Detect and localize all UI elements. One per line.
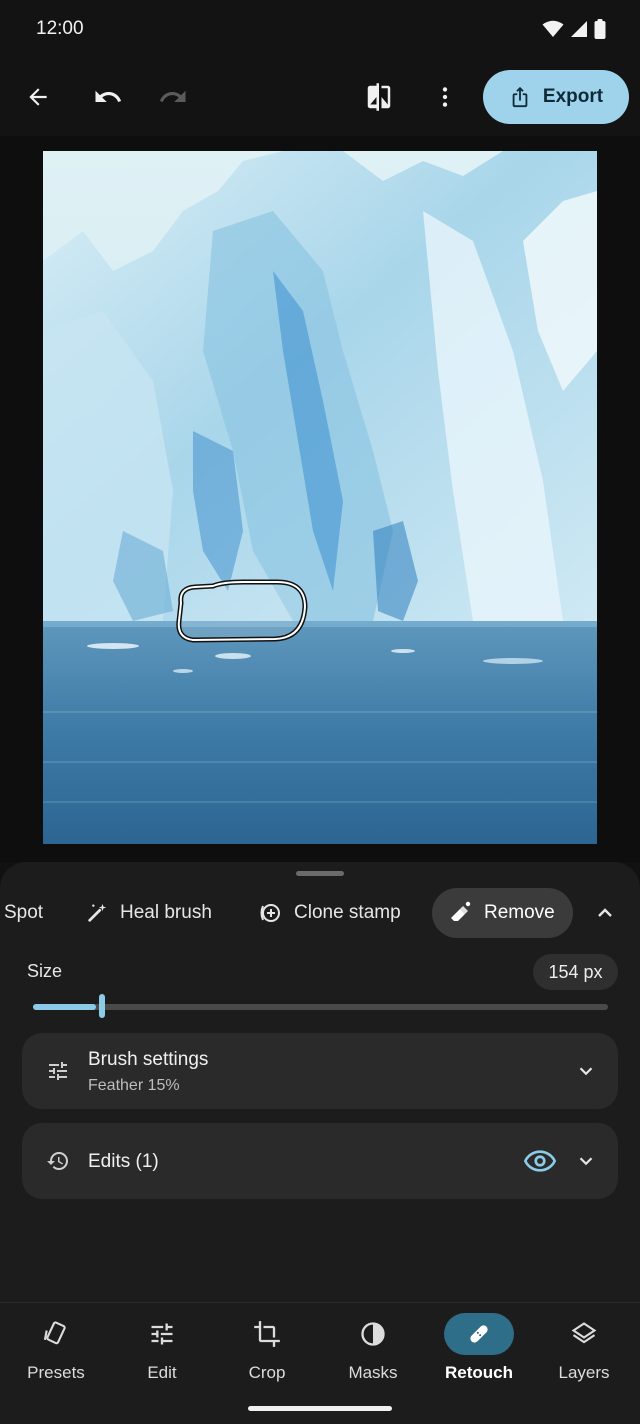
nav-label: Masks bbox=[348, 1363, 398, 1382]
tool-label: Spot bbox=[4, 902, 44, 923]
nav-edit[interactable]: Edit bbox=[109, 1303, 215, 1403]
top-toolbar: Export bbox=[0, 58, 640, 136]
nav-label: Crop bbox=[248, 1363, 286, 1382]
chevron-up-icon bbox=[598, 908, 612, 917]
nav-masks[interactable]: Masks bbox=[320, 1303, 426, 1403]
bottom-navigation: Presets Edit Crop Masks Retouch Layers bbox=[0, 1302, 640, 1424]
export-label: Export bbox=[542, 86, 604, 107]
tool-heal-brush[interactable]: Heal brush bbox=[86, 888, 212, 938]
collapse-tools-button[interactable] bbox=[585, 893, 625, 933]
remove-selection-outline bbox=[176, 579, 308, 643]
nav-retouch[interactable]: Retouch bbox=[426, 1303, 532, 1403]
nav-label: Presets bbox=[27, 1363, 85, 1382]
glacier-image bbox=[43, 151, 597, 844]
nav-crop[interactable]: Crop bbox=[214, 1303, 320, 1403]
chevron-down-icon[interactable] bbox=[572, 1147, 600, 1175]
presets-icon bbox=[21, 1313, 91, 1355]
redo-button[interactable] bbox=[151, 75, 195, 119]
slider-thumb[interactable] bbox=[99, 994, 105, 1018]
brush-settings-title: Brush settings bbox=[88, 1049, 209, 1070]
masks-icon bbox=[338, 1313, 408, 1355]
size-value: 154 px bbox=[533, 954, 618, 990]
edits-panel[interactable]: Edits (1) bbox=[22, 1123, 618, 1199]
bandage-icon bbox=[444, 1313, 514, 1355]
edits-title: Edits (1) bbox=[88, 1151, 159, 1172]
share-icon bbox=[512, 86, 528, 108]
tune-icon bbox=[44, 1057, 72, 1085]
visibility-toggle[interactable] bbox=[524, 1145, 556, 1177]
status-time: 12:00 bbox=[36, 18, 84, 39]
retouch-tools-row: Spot Heal brush Clone stamp Remove bbox=[0, 888, 640, 938]
tool-clone-stamp[interactable]: Clone stamp bbox=[258, 888, 401, 938]
nav-label: Retouch bbox=[445, 1363, 513, 1382]
eraser-icon bbox=[451, 901, 471, 921]
tool-label: Heal brush bbox=[120, 902, 212, 923]
nav-layers[interactable]: Layers bbox=[531, 1303, 637, 1403]
tool-spot[interactable]: Spot bbox=[4, 888, 43, 938]
history-icon bbox=[44, 1147, 72, 1175]
compare-icon bbox=[367, 83, 391, 111]
wifi-icon bbox=[542, 20, 564, 37]
nav-label: Edit bbox=[147, 1363, 177, 1382]
brush-settings-subtitle: Feather 15% bbox=[88, 1077, 180, 1094]
more-options-button[interactable] bbox=[423, 75, 467, 119]
nav-presets[interactable]: Presets bbox=[3, 1303, 109, 1403]
status-bar: 12:00 bbox=[0, 0, 640, 58]
battery-icon bbox=[594, 19, 606, 39]
undo-button[interactable] bbox=[86, 75, 130, 119]
drag-handle[interactable] bbox=[296, 871, 344, 876]
layers-icon bbox=[549, 1313, 619, 1355]
slider-track bbox=[33, 1004, 608, 1010]
redo-icon bbox=[159, 90, 186, 102]
compare-button[interactable] bbox=[357, 75, 401, 119]
size-label: Size bbox=[27, 961, 63, 981]
sliders-icon bbox=[127, 1313, 197, 1355]
crop-icon bbox=[232, 1313, 302, 1355]
export-button[interactable]: Export bbox=[483, 70, 629, 124]
chevron-down-icon[interactable] bbox=[572, 1057, 600, 1085]
slider-fill bbox=[33, 1004, 96, 1010]
clone-stamp-icon bbox=[260, 904, 280, 922]
gesture-bar[interactable] bbox=[248, 1406, 392, 1411]
status-icons bbox=[542, 18, 606, 40]
nav-label: Layers bbox=[558, 1363, 610, 1382]
heal-brush-icon bbox=[88, 903, 107, 922]
photo[interactable] bbox=[43, 151, 597, 844]
eye-icon bbox=[524, 1150, 556, 1172]
tool-label: Remove bbox=[484, 902, 555, 923]
signal-icon bbox=[571, 21, 587, 37]
tool-label: Clone stamp bbox=[294, 902, 401, 923]
size-slider[interactable] bbox=[33, 994, 608, 1018]
more-vert-icon bbox=[442, 87, 448, 107]
tool-remove[interactable]: Remove bbox=[432, 888, 573, 938]
back-button[interactable] bbox=[16, 75, 60, 119]
retouch-panel: Spot Heal brush Clone stamp Remove Size … bbox=[0, 862, 640, 1302]
brush-settings-panel[interactable]: Brush settings Feather 15% bbox=[22, 1033, 618, 1109]
image-canvas[interactable] bbox=[0, 136, 640, 862]
back-arrow-icon bbox=[29, 88, 47, 106]
undo-icon bbox=[95, 90, 122, 102]
